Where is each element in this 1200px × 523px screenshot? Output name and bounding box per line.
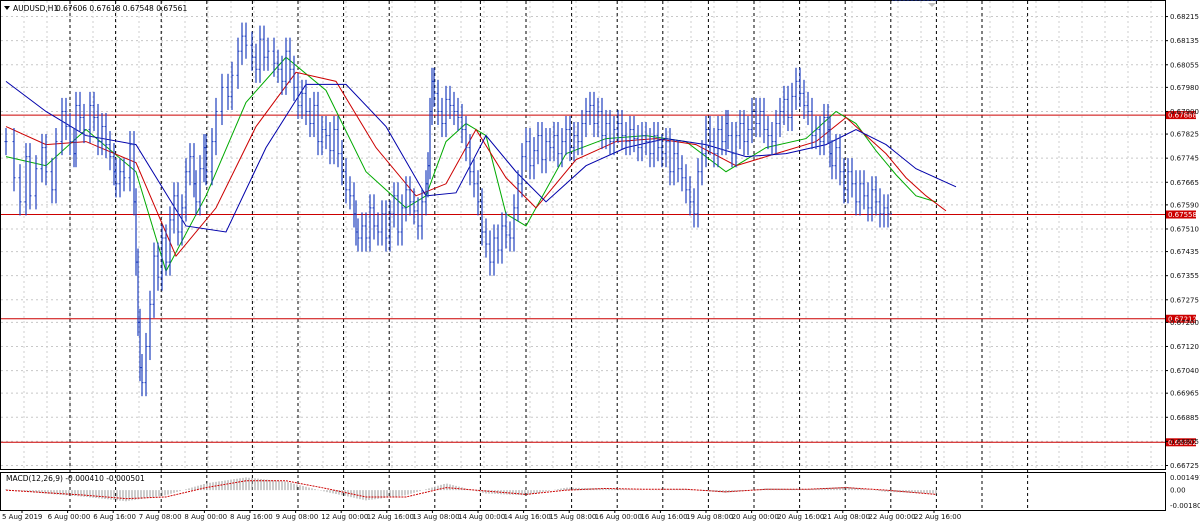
price-tick-label: 0.66885 [1170, 414, 1199, 422]
time-tick-label: 14 Aug 00:00 [458, 513, 505, 521]
time-tick-label: 9 Aug 08:00 [276, 513, 319, 521]
price-tick-label: 0.67200 [1170, 319, 1199, 327]
time-axis: 5 Aug 2019 6 Aug 00:00 6 Aug 16:00 7 Aug 08… [2, 510, 961, 521]
price-axis: 0.68215 0.68135 0.68055 0.67980 0.67900 0.678… [1165, 13, 1199, 470]
macd-tick-label: 0.00 [1170, 487, 1186, 495]
price-panel[interactable] [0, 0, 1166, 470]
time-tick-label: 8 Aug 00:00 [184, 513, 227, 521]
time-tick-label: 12 Aug 00:00 [321, 513, 368, 521]
price-tick-label: 0.66725 [1170, 462, 1199, 470]
chart-canvas[interactable]: 0.678880.675580.672120.66802 0.682150.68… [0, 0, 1200, 523]
time-tick-label: 20 Aug 16:00 [777, 513, 824, 521]
price-tick-label: 0.67510 [1170, 225, 1199, 233]
time-tick-label: 7 Aug 08:00 [139, 513, 182, 521]
time-tick-label: 13 Aug 08:00 [412, 513, 459, 521]
price-tick-label: 0.68135 [1170, 37, 1199, 45]
price-tick-label: 0.68055 [1170, 61, 1199, 69]
price-tick-label: 0.67590 [1170, 201, 1199, 209]
time-tick-label: 16 Aug 00:00 [595, 513, 642, 521]
price-tick-label: 0.67900 [1170, 108, 1199, 116]
time-tick-label: 20 Aug 00:00 [732, 513, 779, 521]
macd-panel[interactable] [0, 472, 1166, 511]
price-tick-label: 0.67980 [1170, 84, 1199, 92]
time-tick-label: 21 Aug 08:00 [823, 513, 870, 521]
time-tick-label: 16 Aug 16:00 [640, 513, 687, 521]
price-tick-label: 0.66805 [1170, 438, 1199, 446]
price-tick-label: 0.67040 [1170, 367, 1199, 375]
symbol-label: AUDUSD,H1 [13, 4, 58, 13]
price-tick-label: 0.67275 [1170, 296, 1199, 304]
time-tick-label: 12 Aug 16:00 [367, 513, 414, 521]
macd-label: MACD(12,26,9) -0.000410 -0.000501 [6, 474, 145, 483]
price-tick-label: 0.68215 [1170, 13, 1199, 21]
time-tick-label: 5 Aug 2019 [2, 513, 42, 521]
time-tick-label: 22 Aug 00:00 [868, 513, 915, 521]
time-tick-label: 22 Aug 16:00 [914, 513, 961, 521]
macd-tick-label: -0.001808 [1170, 502, 1200, 510]
price-tick-label: 0.67665 [1170, 179, 1199, 187]
time-tick-label: 19 Aug 08:00 [686, 513, 733, 521]
time-tick-label: 6 Aug 00:00 [48, 513, 91, 521]
ohlc-values: 0.67606 0.67618 0.67548 0.67561 [56, 4, 187, 13]
price-tick-label: 0.67120 [1170, 343, 1199, 351]
price-tick-label: 0.67435 [1170, 248, 1199, 256]
price-tick-label: 0.67825 [1170, 131, 1199, 139]
price-tick-label: 0.67355 [1170, 272, 1199, 280]
time-tick-label: 6 Aug 16:00 [93, 513, 136, 521]
price-tick-label: 0.66965 [1170, 390, 1199, 398]
price-level-label: 0.67558 [1168, 211, 1197, 219]
macd-tick-label: 0.001491 [1170, 474, 1200, 482]
time-tick-label: 8 Aug 16:00 [230, 513, 273, 521]
price-tick-label: 0.67745 [1170, 155, 1199, 163]
macd-axis: 0.001491 0.00 -0.001808 [1170, 474, 1200, 510]
time-tick-label: 14 Aug 16:00 [504, 513, 551, 521]
time-tick-label: 15 Aug 08:00 [549, 513, 596, 521]
